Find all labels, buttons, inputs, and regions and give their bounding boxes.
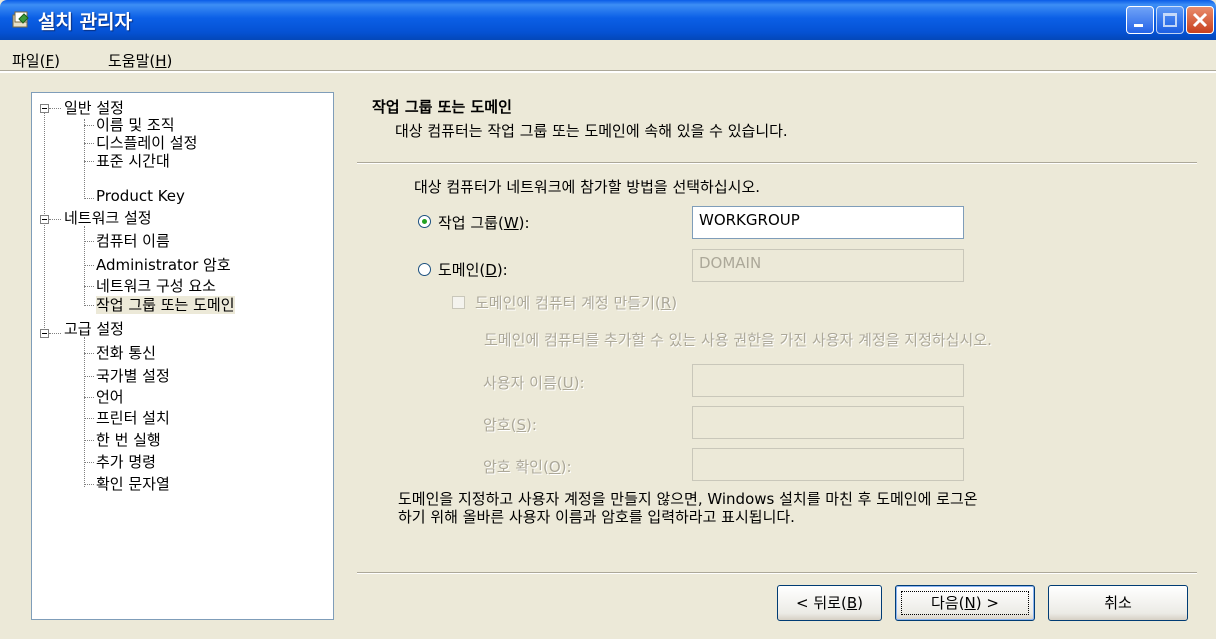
create-account-checkbox[interactable] [452, 296, 465, 309]
tree-item-name-org[interactable]: 이름 및 조직 [96, 116, 175, 134]
title-bar[interactable]: 설치 관리자 [0, 0, 1216, 40]
workgroup-input[interactable]: WORKGROUP [692, 206, 964, 239]
header-divider [357, 162, 1197, 164]
tree-line [84, 337, 85, 487]
confirm-password-input[interactable] [692, 448, 964, 481]
window-title: 설치 관리자 [38, 11, 133, 33]
domain-note: 도메인을 지정하고 사용자 계정을 만들지 않으면, Windows 설치를 마… [398, 490, 978, 526]
username-input[interactable] [692, 364, 964, 397]
next-button[interactable]: 다음(N) > [895, 585, 1035, 621]
tree-item-language[interactable]: 언어 [96, 388, 124, 406]
tree-item-additional-commands[interactable]: 추가 명령 [96, 453, 156, 471]
tree-line [84, 226, 85, 306]
tree-item-admin-password[interactable]: Administrator 암호 [96, 256, 231, 274]
tree-item-timezone[interactable]: 표준 시간대 [96, 152, 170, 170]
collapse-toggle[interactable] [40, 215, 49, 224]
setup-manager-window: 설치 관리자 파일(F) 도움말(H) 일반 설정 이름 및 조직 디스플레이 [0, 0, 1216, 639]
password-input[interactable] [692, 406, 964, 439]
tree-item-telephony[interactable]: 전화 통신 [96, 344, 156, 362]
domain-input[interactable]: DOMAIN [692, 249, 964, 282]
create-account-label: 도메인에 컴퓨터 계정 만들기(R) [475, 294, 678, 312]
tree-group-advanced[interactable]: 고급 설정 [64, 320, 124, 338]
workgroup-radio[interactable] [418, 215, 431, 228]
menu-help[interactable]: 도움말(H) [108, 50, 172, 71]
tree-line [84, 119, 85, 199]
page-title: 작업 그룹 또는 도메인 [372, 98, 512, 116]
collapse-toggle[interactable] [40, 104, 49, 113]
join-prompt: 대상 컴퓨터가 네트워크에 참가할 방법을 선택하십시오. [414, 178, 761, 196]
tree-group-network[interactable]: 네트워크 설정 [64, 209, 152, 227]
close-icon [1192, 12, 1208, 28]
tree-item-computer-name[interactable]: 컴퓨터 이름 [96, 232, 170, 250]
tree-item-identification-string[interactable]: 확인 문자열 [96, 475, 170, 493]
account-hint: 도메인에 컴퓨터를 추가할 수 있는 사용 권한을 가진 사용자 계정을 지정하… [484, 331, 992, 349]
tree-item-workgroup-domain[interactable]: 작업 그룹 또는 도메인 [96, 296, 235, 314]
username-label: 사용자 이름(U): [483, 374, 585, 392]
focus-rect [901, 591, 1029, 615]
collapse-toggle[interactable] [40, 329, 49, 338]
page-subtitle: 대상 컴퓨터는 작업 그룹 또는 도메인에 속해 있을 수 있습니다. [395, 122, 788, 140]
cancel-button[interactable]: 취소 [1048, 585, 1188, 621]
minimize-button[interactable] [1126, 6, 1154, 34]
menu-bar: 파일(F) 도움말(H) [0, 40, 1216, 71]
footer-divider [357, 572, 1197, 574]
setup-manager-icon [12, 11, 29, 28]
domain-label: 도메인(D): [438, 261, 508, 279]
menu-file[interactable]: 파일(F) [12, 50, 60, 71]
tree-item-regional[interactable]: 국가별 설정 [96, 367, 170, 385]
back-button[interactable]: < 뒤로(B) [777, 585, 882, 621]
tree-item-network-components[interactable]: 네트워크 구성 요소 [96, 277, 216, 295]
domain-radio[interactable] [418, 263, 431, 276]
tree-group-general[interactable]: 일반 설정 [64, 99, 124, 117]
password-label: 암호(S): [483, 416, 537, 434]
tree-item-display[interactable]: 디스플레이 설정 [96, 134, 197, 152]
confirm-password-label: 암호 확인(O): [483, 458, 572, 476]
tree-item-product-key[interactable]: Product Key [96, 187, 185, 205]
menu-separator [0, 70, 1216, 73]
settings-tree[interactable]: 일반 설정 이름 및 조직 디스플레이 설정 표준 시간대 Product Ke… [31, 92, 334, 620]
workgroup-label: 작업 그룹(W): [438, 214, 530, 232]
maximize-button[interactable] [1156, 6, 1184, 34]
tree-item-printers[interactable]: 프린터 설치 [96, 409, 170, 427]
tree-item-run-once[interactable]: 한 번 실행 [96, 431, 161, 449]
close-button[interactable] [1186, 6, 1214, 34]
